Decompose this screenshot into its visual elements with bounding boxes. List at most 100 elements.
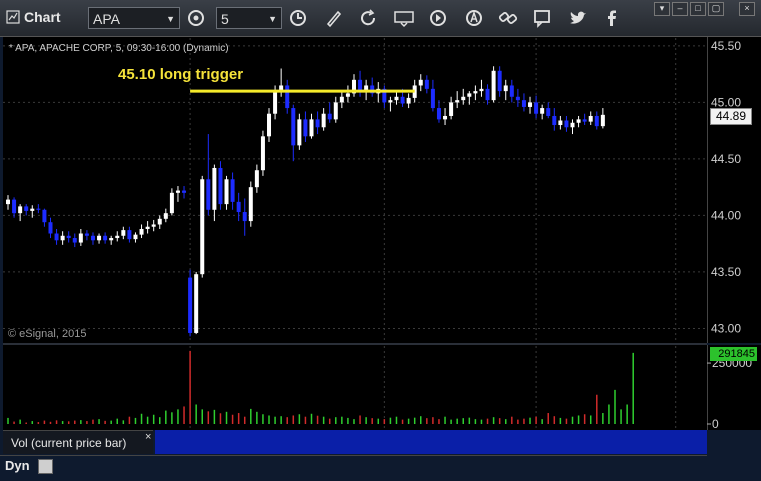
candle-body xyxy=(60,235,65,241)
candle-body xyxy=(260,136,265,171)
candle-body xyxy=(230,179,235,202)
candle-body xyxy=(42,209,47,223)
candle-body xyxy=(449,102,454,116)
candle-body xyxy=(169,192,174,214)
candle-body xyxy=(212,167,217,210)
candle-body xyxy=(24,206,29,211)
candle-body xyxy=(188,277,193,333)
candle-body xyxy=(339,96,344,103)
candle-body xyxy=(333,102,338,120)
candle-body xyxy=(321,113,326,128)
candle-body xyxy=(72,238,77,243)
candle-body xyxy=(588,115,593,122)
candle-body xyxy=(103,235,108,241)
candle-body xyxy=(315,119,320,128)
close-icon[interactable]: × xyxy=(145,431,151,443)
candle-body xyxy=(18,206,23,214)
candle-body xyxy=(6,199,10,205)
candle-body xyxy=(546,108,551,116)
candle-body xyxy=(175,190,180,193)
candle-body xyxy=(109,238,114,241)
candle-body xyxy=(461,96,466,101)
price-tick-label: 44.00 xyxy=(711,208,741,222)
candle-body xyxy=(139,228,144,235)
candle-body xyxy=(558,120,563,126)
candle-body xyxy=(36,208,41,210)
candle-body xyxy=(497,70,502,92)
candle-body xyxy=(121,230,126,236)
candle-body xyxy=(127,230,132,240)
candle-body xyxy=(84,233,89,236)
candle-body xyxy=(540,108,545,114)
candle-body xyxy=(479,88,484,92)
candle-body xyxy=(273,91,278,114)
candle-body xyxy=(564,120,569,128)
candle-body xyxy=(467,93,472,97)
candle-body xyxy=(443,115,448,120)
candle-body xyxy=(145,226,150,229)
candle-body xyxy=(394,96,399,101)
candle-body xyxy=(509,85,514,97)
candle-body xyxy=(570,122,575,128)
candle-body xyxy=(115,235,120,239)
candle-body xyxy=(206,179,211,210)
panel-bar xyxy=(155,430,707,454)
candle-body xyxy=(594,115,599,127)
candle-body xyxy=(236,201,241,213)
time-axis[interactable] xyxy=(0,455,707,481)
candle-body xyxy=(285,85,290,109)
candle-body xyxy=(528,102,533,107)
candle-body xyxy=(30,208,35,211)
price-tick-label: 43.00 xyxy=(711,321,741,335)
candle-body xyxy=(406,97,411,104)
candle-body xyxy=(521,100,526,107)
candle-body xyxy=(133,234,138,240)
candle-body xyxy=(430,88,435,109)
candle-body xyxy=(218,167,223,205)
candle-body xyxy=(157,218,162,225)
chart-subtitle: * APA, APACHE CORP, 5, 09:30-16:00 (Dyna… xyxy=(9,43,229,54)
last-price-tag: 44.89 xyxy=(710,108,752,125)
volume-panel-label: Vol (current price bar) xyxy=(3,430,153,454)
candle-body xyxy=(291,108,296,146)
candle-body xyxy=(455,100,460,103)
candle-body xyxy=(182,190,187,193)
dyn-label[interactable]: Dyn xyxy=(5,458,30,473)
candle-body xyxy=(600,114,605,127)
candle-body xyxy=(309,119,314,137)
candle-body xyxy=(436,108,441,120)
candle-body xyxy=(194,274,199,333)
candle-body xyxy=(327,113,332,120)
candle-body xyxy=(248,187,253,222)
candle-body xyxy=(552,115,557,126)
price-tick-label: 43.50 xyxy=(711,265,741,279)
candle-body xyxy=(345,93,350,97)
candle-body xyxy=(358,79,363,92)
candle-body xyxy=(90,235,95,241)
volume-tick-label: 0 xyxy=(712,417,719,431)
candle-body xyxy=(303,119,308,137)
candle-body xyxy=(297,119,302,146)
trigger-annotation: 45.10 long trigger xyxy=(118,66,244,83)
candle-body xyxy=(473,91,478,94)
candle-body xyxy=(12,199,17,214)
candle-body xyxy=(515,96,520,101)
candle-body xyxy=(78,233,83,243)
candle-body xyxy=(503,85,508,92)
lock-icon[interactable] xyxy=(38,459,53,474)
candle-body xyxy=(267,113,272,137)
candle-body xyxy=(54,233,59,241)
candle-body xyxy=(485,88,490,101)
candle-body xyxy=(582,119,587,122)
candle-body xyxy=(224,179,229,205)
candle-body xyxy=(242,212,247,222)
candle-body xyxy=(388,100,393,103)
candle-body xyxy=(163,213,168,219)
chart-svg: 45.5045.0044.5044.0043.5043.000812:0014:… xyxy=(3,38,752,474)
candle-body xyxy=(424,79,429,89)
candle-body xyxy=(576,119,581,123)
price-tick-label: 44.50 xyxy=(711,152,741,166)
candle-body xyxy=(400,96,405,104)
price-tick-label: 45.50 xyxy=(711,39,741,53)
candle-body xyxy=(97,235,102,241)
